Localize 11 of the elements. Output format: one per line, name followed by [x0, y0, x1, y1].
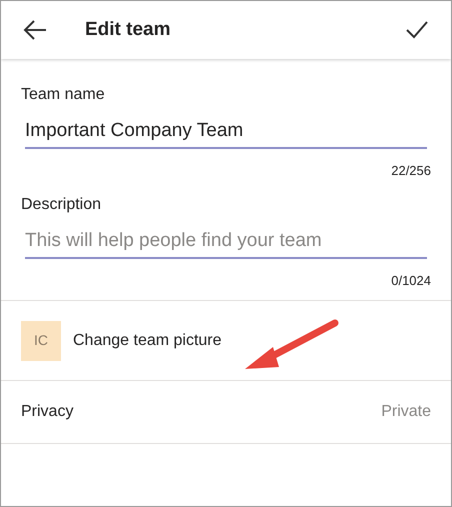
change-picture-link[interactable]: Change team picture	[73, 328, 222, 352]
character-counter: 0/1024	[391, 272, 431, 290]
character-counter: 22/256	[391, 162, 431, 180]
privacy-label: Privacy	[21, 402, 74, 422]
text-field[interactable]: Important Company Team	[25, 115, 427, 149]
page-title: Edit team	[85, 18, 171, 42]
field-label: Team name	[21, 85, 106, 105]
privacy-value[interactable]: Private	[381, 400, 431, 424]
text-field[interactable]: This will help people find your team	[25, 224, 427, 258]
team-avatar: IC	[21, 320, 61, 360]
field-label: Description	[21, 194, 102, 214]
